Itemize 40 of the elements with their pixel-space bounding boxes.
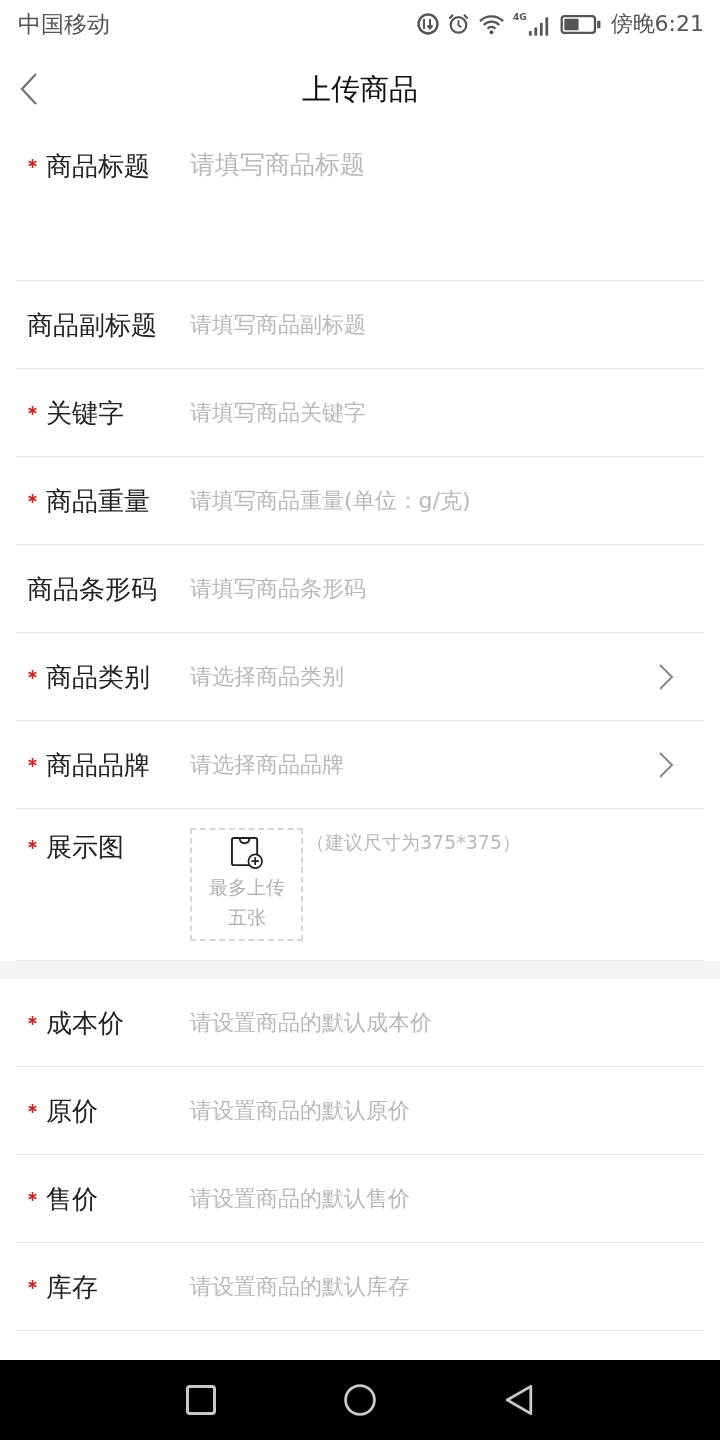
text-field[interactable]: 请设置商品的默认原价 [190,1090,688,1131]
text-field[interactable]: 请设置商品的默认售价 [190,1178,688,1219]
field-label: 商品重量 [46,485,150,516]
size-hint: （建议尺寸为375*375） [306,830,522,855]
field-label: 商品副标题 [27,309,157,340]
text-field[interactable]: 请填写商品重量(单位：g/克) [190,480,688,521]
picker-field[interactable]: 请选择商品类别 [190,656,646,697]
chevron-right-icon[interactable] [658,662,674,691]
field-label: 库存 [46,1271,98,1302]
alarm-clock-icon [446,13,470,35]
signal-bars-icon [527,17,550,36]
status-time: 傍晚6:21 [610,11,704,37]
home-icon[interactable] [344,1384,376,1416]
picker-field[interactable]: 请选择商品品牌 [190,744,646,785]
page-title: 上传商品 [301,71,419,107]
network-type: 4G [512,12,527,22]
field-label: 关键字 [46,397,124,428]
field-label: 展示图 [46,832,124,862]
field-label: 商品标题 [46,151,150,181]
battery-icon [559,14,601,34]
text-field[interactable]: 请设置商品的默认成本价 [190,1002,688,1043]
recent-apps-icon[interactable] [186,1385,216,1415]
chevron-right-icon[interactable] [658,750,674,779]
text-area-field[interactable]: 请填写商品标题 [190,150,688,190]
text-field[interactable]: 请填写商品副标题 [190,304,688,345]
text-field[interactable]: 请填写商品条形码 [190,568,688,609]
field-label: 售价 [46,1183,98,1214]
carrier-name: 中国移动 [18,11,110,37]
field-label: 成本价 [46,1007,124,1038]
back-icon[interactable] [20,72,38,106]
text-field[interactable]: 请填写商品关键字 [190,392,688,433]
bag-plus-icon [230,836,263,869]
text-field[interactable]: 请设置商品的默认库存 [190,1266,688,1307]
field-label: 原价 [46,1095,98,1126]
image-upload-button[interactable]: 最多上传五张 [190,828,303,941]
back-triangle-icon[interactable] [504,1384,534,1416]
field-label: 商品条形码 [27,573,157,604]
field-label: 商品类别 [46,661,150,692]
field-label: 商品品牌 [46,749,150,780]
wifi-icon [477,13,505,35]
